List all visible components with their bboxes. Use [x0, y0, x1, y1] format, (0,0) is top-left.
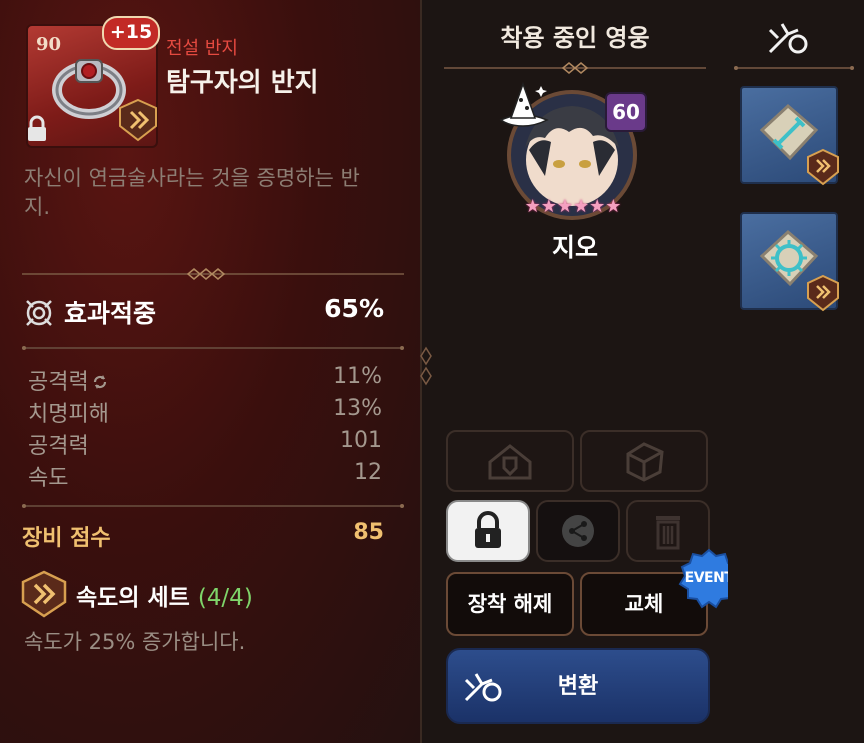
speed-set-icon — [807, 274, 839, 312]
set-name: 속도의 세트 — [76, 585, 190, 611]
sub-stat-row: 공격력 11% — [28, 364, 382, 396]
share-icon — [562, 515, 594, 547]
sub-stat-label: 속도 — [28, 466, 69, 491]
enhance-badge: +15 — [102, 16, 160, 50]
lock-icon — [475, 511, 501, 548]
main-stat-label: 효과적중 — [64, 299, 157, 328]
lock-icon — [28, 115, 46, 141]
rune-panel — [728, 0, 864, 743]
sub-stat-label: 공격력 — [28, 370, 89, 395]
sub-stat-value: 12 — [354, 460, 382, 485]
hero-portrait[interactable]: 60 ★★★★★★ — [499, 81, 647, 222]
set-effect: 속도의 세트 (4/4) — [20, 570, 400, 618]
sub-stat-label: 공격력 — [28, 434, 89, 459]
rune-slot[interactable] — [740, 86, 839, 186]
ornament-divider — [22, 268, 404, 280]
wizard-hat-icon — [499, 81, 549, 127]
gear-score: 장비 점수 85 — [22, 520, 384, 554]
storage-button[interactable] — [446, 430, 574, 492]
sub-stat-value: 13% — [333, 396, 382, 421]
sub-stat-value: 11% — [333, 364, 382, 389]
hero-name: 지오 — [551, 233, 598, 262]
ring-icon — [52, 59, 126, 119]
sub-stat-row: 속도 12 — [28, 460, 382, 492]
ornament-divider — [734, 66, 854, 70]
item-detail-panel: 90 +15 전설 반지 탐구자의 반지 자신이 연금술사라는 것을 증명하는 … — [0, 0, 420, 743]
dice-icon — [626, 442, 664, 482]
convert-icon[interactable] — [766, 20, 814, 56]
speed-set-icon — [807, 148, 839, 186]
star-icon: ★ — [573, 196, 590, 217]
reforge-icon — [93, 375, 106, 389]
speed-set-icon — [21, 570, 67, 618]
effectiveness-icon — [26, 300, 52, 326]
set-description: 속도가 25% 증가합니다. — [24, 630, 246, 654]
sub-stat-row: 공격력 101 — [28, 428, 382, 460]
main-stat-value: 65% — [324, 294, 384, 323]
star-icon: ★ — [605, 196, 622, 217]
sub-stat-value: 101 — [340, 428, 382, 453]
star-icon: ★ — [540, 196, 557, 217]
item-grade: 전설 반지 — [166, 38, 238, 59]
convert-label: 변환 — [557, 674, 599, 699]
main-stat: 효과적중 65% — [22, 292, 384, 332]
convert-button[interactable]: 변환 — [446, 648, 710, 724]
item-name: 탐구자의 반지 — [166, 68, 319, 98]
hero-level-badge: 60 — [605, 92, 647, 132]
sub-stat-label: 치명피해 — [28, 402, 109, 427]
equipped-hero-panel: 착용 중인 영웅 60 ★★★★★★ 지오 장착 해제 교체 EVENT 변환 — [420, 0, 740, 743]
house-shield-icon — [488, 444, 532, 480]
share-button[interactable] — [536, 500, 620, 562]
rune-slot[interactable] — [740, 212, 839, 312]
speed-set-icon — [119, 98, 157, 142]
star-icon: ★ — [589, 196, 606, 217]
star-icon: ★ — [524, 196, 541, 217]
ornament-divider — [444, 62, 706, 74]
item-level: 90 — [36, 34, 62, 55]
random-button[interactable] — [580, 430, 708, 492]
hero-stars: ★★★★★★ — [517, 196, 629, 218]
item-icon[interactable]: 90 +15 — [22, 16, 160, 148]
panel-ornament — [420, 346, 432, 386]
sub-stats: 공격력 11% 치명피해 13% 공격력 101 속도 12 — [28, 364, 382, 492]
unequip-button[interactable]: 장착 해제 — [446, 572, 574, 636]
divider — [22, 504, 404, 508]
set-count: (4/4) — [197, 585, 253, 611]
divider — [22, 346, 404, 350]
gear-score-label: 장비 점수 — [22, 526, 111, 551]
equipped-title: 착용 중인 영웅 — [500, 24, 650, 52]
star-icon: ★ — [556, 196, 573, 217]
lock-button[interactable] — [446, 500, 530, 562]
item-description: 자신이 연금술사라는 것을 증명하는 반지. — [24, 166, 360, 219]
sub-stat-row: 치명피해 13% — [28, 396, 382, 428]
gear-score-value: 85 — [353, 520, 384, 545]
